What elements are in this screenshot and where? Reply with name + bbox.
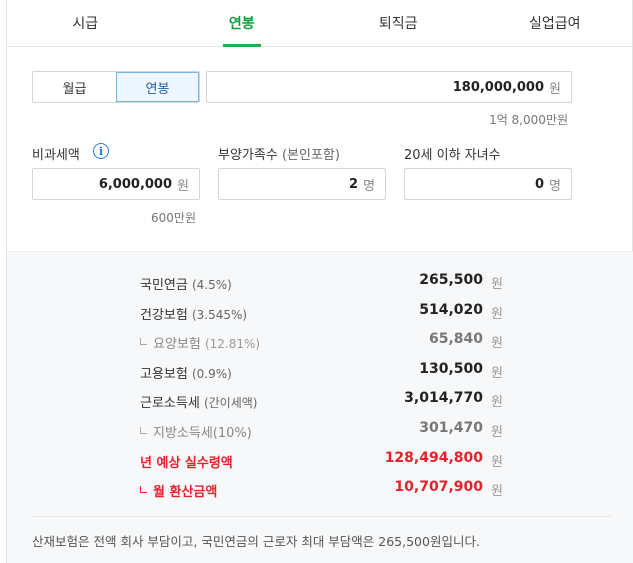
result-row-annual-net: 년 예상 실수령액 128,494,800 원 bbox=[7, 450, 633, 472]
annual-toggle-button[interactable]: 연봉 bbox=[116, 72, 199, 102]
result-unit: 원 bbox=[491, 277, 503, 292]
sub-item-elbow-icon bbox=[140, 338, 147, 345]
tab-bar: 시급 연봉 퇴직금 실업급여 bbox=[7, 0, 633, 47]
result-name: 고용보험 bbox=[140, 367, 188, 382]
result-amount: 65,840 bbox=[428, 331, 483, 347]
info-icon[interactable]: i bbox=[93, 143, 109, 159]
tab-severance[interactable]: 퇴직금 bbox=[320, 0, 477, 46]
result-unit: 원 bbox=[491, 484, 503, 499]
dependents-unit: 명 bbox=[363, 178, 375, 194]
result-name: 국민연금 bbox=[140, 278, 188, 293]
result-amount: 265,500 bbox=[419, 272, 483, 288]
dependents-value: 2 bbox=[348, 176, 359, 192]
children-unit: 명 bbox=[549, 178, 561, 194]
dependents-label: 부양가족수 (본인포함) bbox=[218, 144, 340, 163]
result-rate: (12.81%) bbox=[204, 337, 261, 351]
result-unit: 원 bbox=[491, 307, 503, 322]
result-name: 월 환산금액 bbox=[153, 485, 218, 500]
result-summary: 국민연금 (4.5%) 265,500 원 건강보험 (3.545%) 514,… bbox=[7, 251, 633, 563]
salary-input[interactable]: 180,000,000 원 bbox=[206, 71, 572, 103]
result-amount: 301,470 bbox=[419, 420, 483, 436]
result-name: 건강보험 bbox=[140, 308, 188, 323]
divider bbox=[32, 516, 611, 517]
footnote: 산재보험은 전액 회사 부담이고, 국민연금의 근로자 최대 부담액은 265,… bbox=[32, 534, 480, 549]
result-amount: 3,014,770 bbox=[404, 390, 483, 406]
children-label: 20세 이하 자녀수 bbox=[404, 148, 501, 163]
result-rate: (4.5%) bbox=[191, 278, 232, 292]
salary-type-toggle: 월급 연봉 bbox=[32, 71, 200, 103]
children-value: 0 bbox=[534, 176, 545, 192]
calculator-panel: 시급 연봉 퇴직금 실업급여 월급 연봉 180,000,000 원 1억 8,… bbox=[6, 0, 633, 563]
nontax-label: 비과세액 bbox=[32, 148, 80, 163]
result-row-local-tax: 지방소득세(10%) 301,470 원 bbox=[7, 420, 633, 442]
result-row-health: 건강보험 (3.545%) 514,020 원 bbox=[7, 302, 633, 324]
result-rate: (3.545%) bbox=[191, 308, 248, 322]
result-unit: 원 bbox=[491, 336, 503, 351]
result-unit: 원 bbox=[491, 395, 503, 410]
result-name: 지방소득세(10%) bbox=[153, 426, 252, 441]
nontax-value: 6,000,000 bbox=[98, 176, 173, 192]
tab-annual[interactable]: 연봉 bbox=[164, 0, 321, 46]
tab-unemployment[interactable]: 실업급여 bbox=[477, 0, 633, 46]
nontax-hint: 600만원 bbox=[151, 211, 196, 225]
dependents-input[interactable]: 2 명 bbox=[218, 168, 386, 200]
result-name: 근로소득세 bbox=[140, 396, 200, 411]
result-rate: (0.9%) bbox=[191, 367, 232, 381]
result-amount: 10,707,900 bbox=[394, 479, 483, 495]
result-name: 년 예상 실수령액 bbox=[140, 456, 233, 471]
children-input[interactable]: 0 명 bbox=[404, 168, 572, 200]
result-amount: 130,500 bbox=[419, 361, 483, 377]
result-unit: 원 bbox=[491, 455, 503, 470]
monthly-toggle-button[interactable]: 월급 bbox=[33, 72, 116, 102]
result-row-income-tax: 근로소득세 (간이세액) 3,014,770 원 bbox=[7, 390, 633, 412]
result-row-longterm-care: 요양보험 (12.81%) 65,840 원 bbox=[7, 331, 633, 353]
sub-item-elbow-icon bbox=[140, 427, 147, 434]
salary-value: 180,000,000 bbox=[452, 79, 545, 95]
result-rate: (간이세액) bbox=[203, 396, 258, 410]
result-row-pension: 국민연금 (4.5%) 265,500 원 bbox=[7, 272, 633, 294]
nontax-unit: 원 bbox=[177, 178, 189, 194]
tab-hourly[interactable]: 시급 bbox=[7, 0, 164, 46]
dependents-label-sub: (본인포함) bbox=[281, 148, 340, 163]
nontax-input[interactable]: 6,000,000 원 bbox=[32, 168, 200, 200]
result-name: 요양보험 bbox=[153, 337, 201, 352]
sub-item-elbow-icon bbox=[140, 486, 147, 493]
result-row-employment: 고용보험 (0.9%) 130,500 원 bbox=[7, 361, 633, 383]
dependents-label-text: 부양가족수 bbox=[218, 148, 278, 163]
result-unit: 원 bbox=[491, 425, 503, 440]
result-unit: 원 bbox=[491, 366, 503, 381]
salary-hint: 1억 8,000만원 bbox=[489, 113, 568, 127]
result-amount: 128,494,800 bbox=[384, 450, 483, 466]
result-row-monthly-net: 월 환산금액 10,707,900 원 bbox=[7, 479, 633, 501]
result-amount: 514,020 bbox=[419, 302, 483, 318]
salary-unit: 원 bbox=[549, 81, 561, 97]
